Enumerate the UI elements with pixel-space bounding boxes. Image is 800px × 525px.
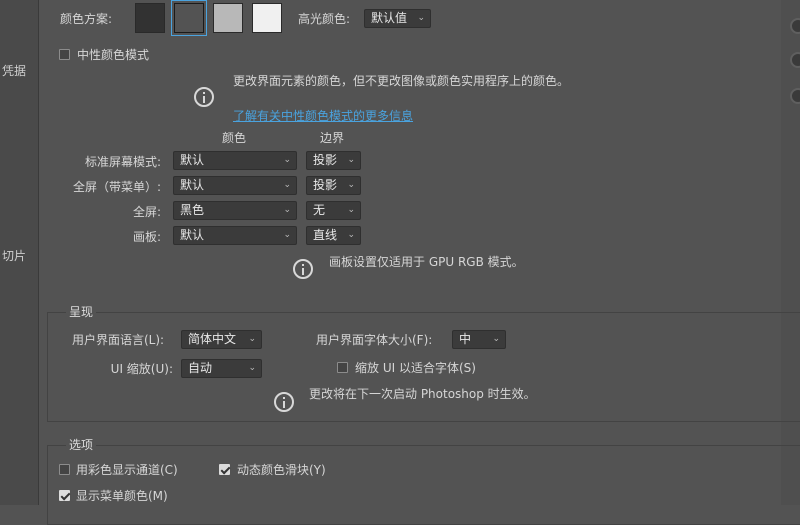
dialog-button-column [781,0,800,505]
dynamic-color-sliders-label: 动态颜色滑块(Y) [237,463,326,477]
screen-mode-label-fullscreen: 全屏: [132,205,161,219]
show-channels-in-color-label: 用彩色显示通道(C) [76,463,178,477]
sidebar-item-credentials[interactable]: 凭据 [2,62,26,79]
chevron-down-icon: ⌄ [283,155,291,165]
select-value: 简体中文 [188,332,237,346]
select-value: 默认 [180,153,205,167]
neutral-color-mode-label: 中性颜色模式 [77,48,150,62]
highlight-color-value: 默认值 [371,11,408,25]
color-scheme-swatch-lightest[interactable] [252,3,282,33]
select-value: 默认 [180,178,205,192]
fullscreen-color-select[interactable]: 黑色 ⌄ [173,201,297,220]
ui-language-label: 用户界面语言(L): [72,333,165,347]
artboard-color-select[interactable]: 默认 ⌄ [173,226,297,245]
dialog-button-partial[interactable] [790,52,800,68]
select-value: 直线 [313,228,338,242]
ui-scale-label: UI 缩放(U): [110,362,173,376]
ui-language-select[interactable]: 简体中文 ⌄ [181,330,262,349]
chevron-down-icon: ⌄ [283,180,291,190]
chevron-down-icon: ⌄ [248,334,256,344]
dialog-button-partial[interactable] [790,18,800,34]
color-scheme-label: 颜色方案: [60,12,113,26]
select-value: 自动 [188,361,213,375]
neutral-mode-description: 更改界面元素的颜色，但不更改图像或颜色实用程序上的颜色。 [233,74,570,88]
select-value: 黑色 [180,203,205,217]
ui-font-size-label: 用户界面字体大小(F): [316,333,433,347]
show-menu-colors-label: 显示菜单颜色(M) [76,489,168,503]
chevron-down-icon: ⌄ [347,155,355,165]
restart-note: 更改将在下一次启动 Photoshop 时生效。 [309,387,536,401]
select-value: 投影 [313,178,338,192]
color-scheme-swatch-light[interactable] [213,3,243,33]
chevron-down-icon: ⌄ [283,230,291,240]
select-value: 投影 [313,153,338,167]
neutral-color-mode-checkbox[interactable] [59,49,70,60]
standard-mode-color-select[interactable]: 默认 ⌄ [173,151,297,170]
options-section-title: 选项 [66,436,97,453]
learn-more-link[interactable]: 了解有关中性颜色模式的更多信息 [233,107,413,124]
standard-mode-border-select[interactable]: 投影 ⌄ [306,151,361,170]
artboard-border-select[interactable]: 直线 ⌄ [306,226,361,245]
screen-mode-label-standard: 标准屏幕模式: [84,155,161,169]
screen-mode-label-fullscreen-menu: 全屏（带菜单）: [72,180,161,194]
info-icon [293,259,313,279]
select-value: 默认 [180,228,205,242]
chevron-down-icon: ⌄ [347,230,355,240]
fullscreen-menu-color-select[interactable]: 默认 ⌄ [173,176,297,195]
chevron-down-icon: ⌄ [417,13,425,23]
ui-scale-select[interactable]: 自动 ⌄ [181,359,262,378]
show-channels-in-color-checkbox[interactable] [59,464,70,475]
sidebar-divider [38,0,39,505]
show-menu-colors-checkbox[interactable] [59,490,70,501]
ui-font-size-select[interactable]: 中 ⌄ [452,330,506,349]
info-icon [194,87,214,107]
chevron-down-icon: ⌄ [347,180,355,190]
highlight-color-label: 高光颜色: [298,12,351,26]
chevron-down-icon: ⌄ [347,205,355,215]
scale-ui-to-font-checkbox[interactable] [337,362,348,373]
sidebar-item-slices[interactable]: 切片 [2,247,26,264]
chevron-down-icon: ⌄ [492,334,500,344]
screen-mode-label-artboard: 画板: [132,230,161,244]
column-header-border: 边界 [320,131,345,145]
dynamic-color-sliders-checkbox[interactable] [219,464,230,475]
chevron-down-icon: ⌄ [283,205,291,215]
select-value: 无 [313,203,326,217]
chevron-down-icon: ⌄ [248,363,256,373]
color-scheme-swatch-dark[interactable] [171,0,207,36]
options-section [47,445,800,525]
info-icon [274,392,294,412]
color-scheme-swatch-darkest[interactable] [135,3,165,33]
presentation-section-title: 呈现 [66,303,97,320]
fullscreen-menu-border-select[interactable]: 投影 ⌄ [306,176,361,195]
scale-ui-to-font-label: 缩放 UI 以适合字体(S) [355,361,476,375]
fullscreen-border-select[interactable]: 无 ⌄ [306,201,361,220]
highlight-color-select[interactable]: 默认值 ⌄ [364,9,431,28]
column-header-color: 颜色 [222,131,247,145]
artboard-note: 画板设置仅适用于 GPU RGB 模式。 [329,255,524,269]
dialog-button-partial[interactable] [790,88,800,104]
select-value: 中 [459,332,472,346]
